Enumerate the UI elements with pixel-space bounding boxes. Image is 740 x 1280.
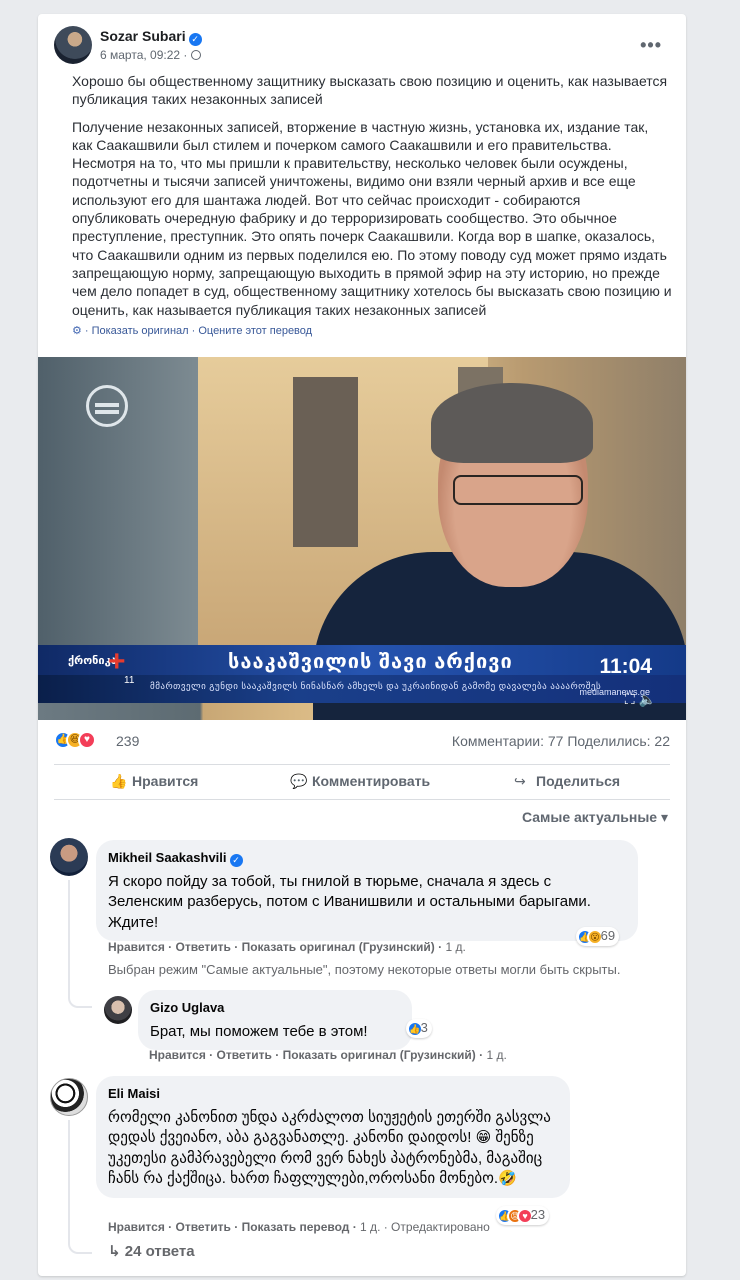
- thread-connector: [68, 880, 92, 1008]
- verified-badge-icon: ✓: [229, 854, 243, 867]
- post-action-bar: 👍 Нравится 💬 Комментировать ↪ Поделиться: [54, 764, 670, 800]
- share-icon: ↪: [514, 773, 526, 789]
- comment-time[interactable]: 1 д. · Отредактировано: [357, 1220, 490, 1234]
- comment-action-links[interactable]: Нравится · Ответить · Показать оригинал …: [149, 1048, 483, 1062]
- news-brand-plus-icon: +: [108, 645, 126, 678]
- post-card: Sozar Subari ✓ 6 марта, 09:22 · ••• Хорош…: [38, 14, 686, 1276]
- comment-author-name[interactable]: Gizo Uglava: [150, 998, 400, 1019]
- post-paragraph-1: Хорошо бы общественному защитнику высказ…: [72, 73, 668, 108]
- comment-button[interactable]: 💬 Комментировать: [290, 773, 430, 790]
- thumbs-up-icon: 👍: [110, 773, 128, 789]
- post-paragraph-2: Получение незаконных записей, вторжение …: [72, 118, 672, 318]
- avatar[interactable]: [50, 1078, 88, 1116]
- gear-icon: ⚙: [72, 325, 82, 337]
- comment-bubble: Eli Maisi რომელი კანონით უნდა აკრძალოთ ს…: [96, 1076, 570, 1198]
- filter-note: Выбран режим "Самые актуальные", поэтому…: [108, 962, 621, 977]
- comment-label: Комментировать: [312, 773, 431, 789]
- video-player[interactable]: ქრონიკა + 11 სააკაშვილის შავი არქივი მმა…: [38, 357, 686, 720]
- like-label: Нравится: [132, 773, 199, 789]
- avatar[interactable]: [104, 996, 132, 1024]
- comment-author[interactable]: Mikheil Saakashvili ✓: [108, 848, 626, 869]
- show-original-link[interactable]: · Показать оригинал · Оцените этот перев…: [85, 325, 312, 337]
- like-button[interactable]: 👍 Нравится: [110, 773, 198, 790]
- comment-time[interactable]: 1 д.: [483, 1048, 506, 1062]
- comment-bubble: Mikheil Saakashvili ✓ Я скоро пойду за то…: [96, 840, 638, 941]
- comment-time[interactable]: 1 д.: [442, 940, 465, 954]
- news-clock: 11:04: [599, 655, 652, 678]
- view-replies-link[interactable]: ↳ 24 ответа: [108, 1242, 195, 1260]
- verified-badge-icon: ✓: [188, 33, 202, 46]
- comment-author-name[interactable]: Mikheil Saakashvili: [108, 850, 227, 865]
- reaction-count[interactable]: 239: [116, 733, 139, 749]
- comment-action-links[interactable]: Нравится · Ответить · Показать перевод ·: [108, 1220, 357, 1234]
- comment-reactions[interactable]: 👍😡 ♥ 23: [496, 1206, 550, 1225]
- thread-connector: [68, 1120, 92, 1254]
- globe-icon: [191, 50, 202, 60]
- news-lower-third: ქრონიკა + 11 სააკაშვილის შავი არქივი მმა…: [38, 645, 686, 703]
- comment-text: Я скоро пойду за тобой, ты гнилой в тюрь…: [108, 872, 591, 931]
- news-subline: მმართველი გუნდი სააკაშვილს ნინასნარ ამხე…: [150, 681, 602, 691]
- news-channel-number: 11: [124, 675, 135, 686]
- comment-reaction-count: 23: [530, 1207, 546, 1222]
- channel-logo-icon: [86, 385, 128, 427]
- more-options-button[interactable]: •••: [640, 36, 662, 54]
- translation-links[interactable]: ⚙ · Показать оригинал · Оцените этот пере…: [72, 324, 312, 337]
- comment-bubble: Gizo Uglava Брат, мы поможем тебе в этом…: [138, 990, 412, 1050]
- post-timestamp[interactable]: 6 марта, 09:22 ·: [100, 48, 202, 62]
- news-headline: სააკაშვილის შავი არქივი: [228, 651, 513, 673]
- comment-author-name[interactable]: Eli Maisi: [108, 1084, 558, 1105]
- comment-actions[interactable]: Нравится · Ответить · Показать оригинал …: [108, 940, 466, 954]
- person-glasses: [453, 475, 583, 505]
- comment-text: რომელი კანონით უნდა აკრძალოთ სიუჟეტის ეთ…: [108, 1108, 551, 1188]
- comment-reactions[interactable]: 👍😮 69: [576, 927, 620, 946]
- fullscreen-icon[interactable]: ⛶: [625, 691, 635, 707]
- comment-actions[interactable]: Нравится · Ответить · Показать оригинал …: [149, 1048, 507, 1062]
- avatar[interactable]: [50, 838, 88, 876]
- volume-icon[interactable]: 🔈: [639, 691, 656, 707]
- video-controls[interactable]: ⛶ 🔈: [625, 691, 656, 708]
- comment-sort-dropdown[interactable]: Самые актуальные ▾: [522, 809, 668, 826]
- post-stats: 👍😆 ♥ 239 Комментарии: 77 Поделились: 22: [54, 730, 670, 752]
- comment-actions[interactable]: Нравится · Ответить · Показать перевод ·…: [108, 1220, 490, 1234]
- author-name-text[interactable]: Sozar Subari: [100, 28, 186, 44]
- person-hair: [431, 383, 593, 463]
- comment-icon: 💬: [290, 773, 308, 789]
- reaction-icons[interactable]: 👍😆 ♥: [54, 731, 96, 750]
- author-name[interactable]: Sozar Subari ✓: [100, 28, 202, 46]
- post-date[interactable]: 6 марта, 09:22 ·: [100, 48, 187, 62]
- post-text: Хорошо бы общественному защитнику высказ…: [72, 72, 672, 328]
- share-button[interactable]: ↪ Поделиться: [514, 773, 620, 790]
- share-label: Поделиться: [536, 773, 621, 789]
- comment-reaction-count: 3: [420, 1020, 428, 1035]
- post-header: Sozar Subari ✓ 6 марта, 09:22 · •••: [54, 26, 670, 70]
- comment-reaction-count: 69: [600, 928, 616, 943]
- comments-shares-count[interactable]: Комментарии: 77 Поделились: 22: [452, 733, 670, 749]
- comment-reactions[interactable]: 👍 3: [406, 1019, 432, 1038]
- comment-action-links[interactable]: Нравится · Ответить · Показать оригинал …: [108, 940, 442, 954]
- love-reaction-icon: ♥: [78, 731, 96, 750]
- comment-text: Брат, мы поможем тебе в этом!: [150, 1022, 368, 1040]
- author-avatar[interactable]: [54, 26, 92, 64]
